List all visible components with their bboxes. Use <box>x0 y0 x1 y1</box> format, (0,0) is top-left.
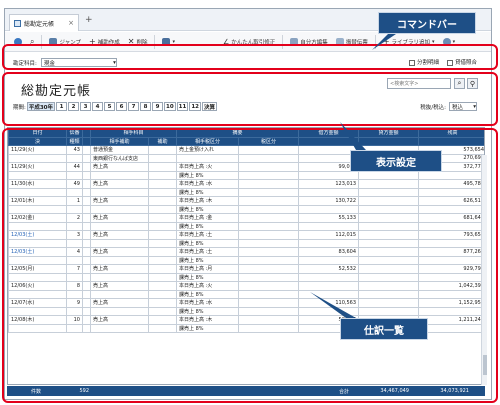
callout-pointers <box>310 34 396 318</box>
journal-list-pointer <box>310 292 356 318</box>
display-settings-pointer <box>340 122 366 150</box>
command-bar-pointer <box>372 34 396 50</box>
